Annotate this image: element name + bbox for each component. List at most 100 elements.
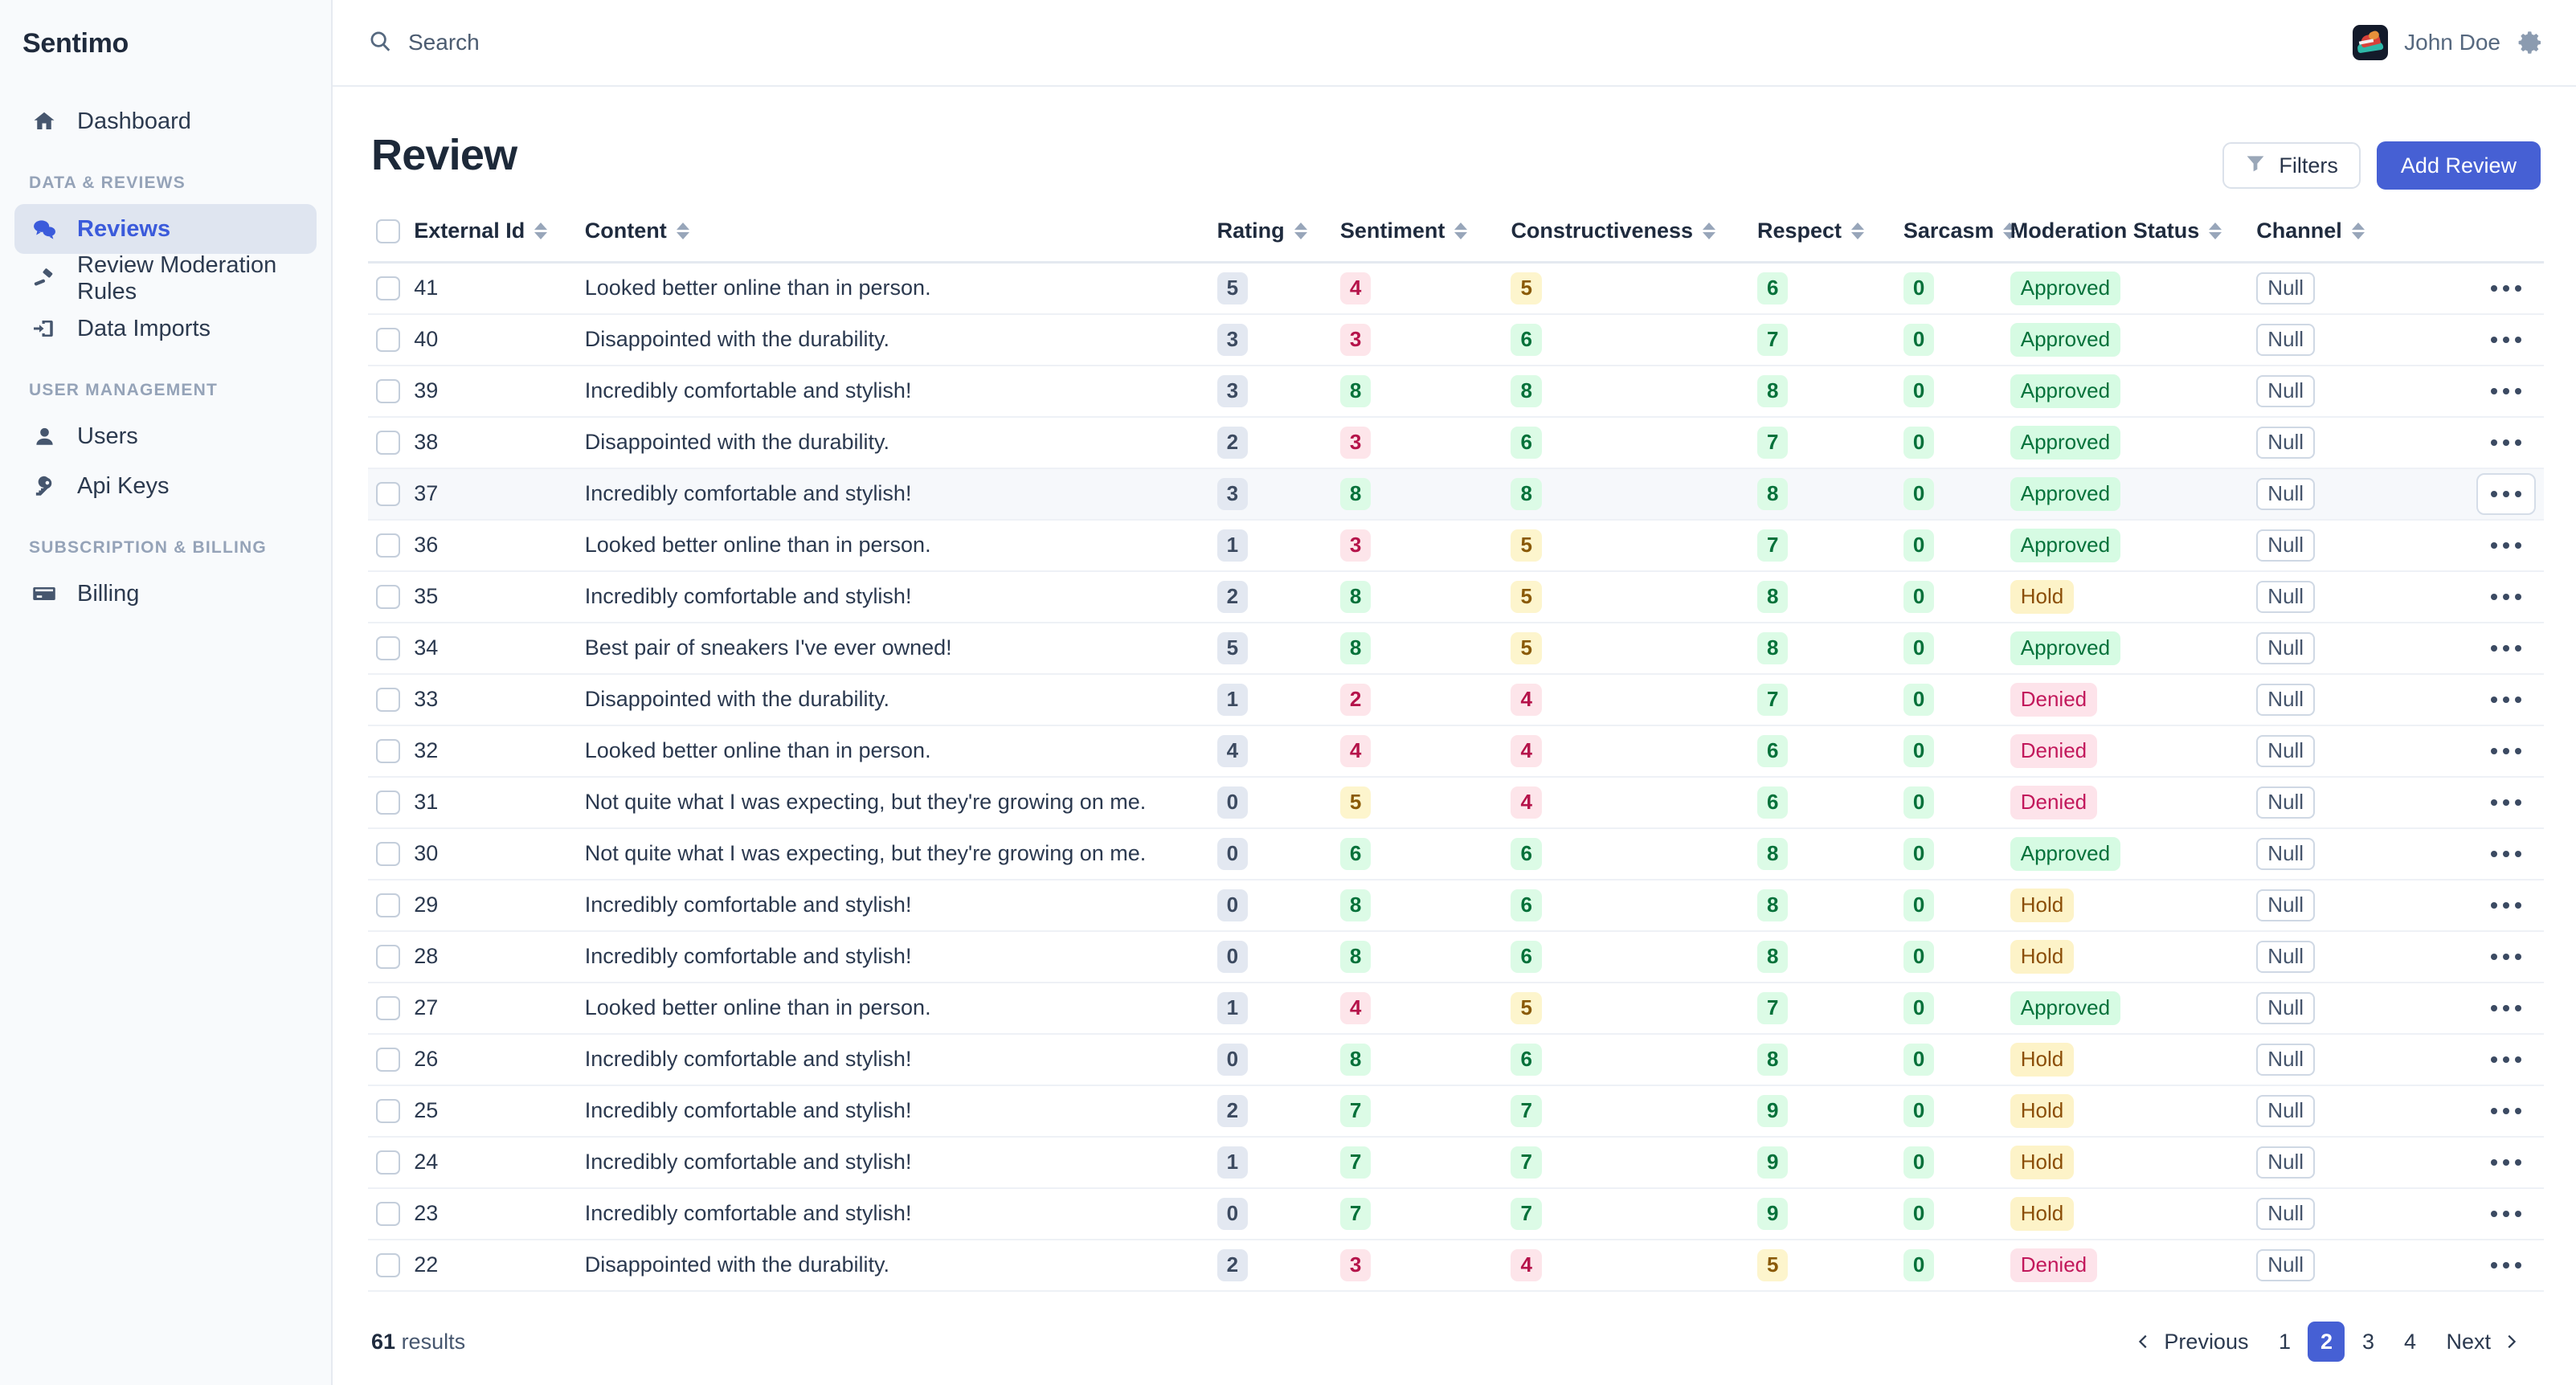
table-row[interactable]: 23 Incredibly comfortable and stylish! 0 7 7…: [368, 1187, 2544, 1240]
cell-external-id: 34: [414, 622, 585, 675]
row-checkbox[interactable]: [376, 1047, 400, 1072]
row-checkbox[interactable]: [376, 1150, 400, 1175]
table-row[interactable]: 25 Incredibly comfortable and stylish! 2 7 7…: [368, 1085, 2544, 1138]
page-button-4[interactable]: 4: [2391, 1322, 2428, 1362]
row-checkbox[interactable]: [376, 995, 400, 1020]
sidebar-item-review-moderation-rules[interactable]: Review Moderation Rules: [14, 252, 317, 304]
row-menu-button[interactable]: [2476, 1142, 2536, 1183]
row-checkbox[interactable]: [376, 378, 400, 403]
sort-icon[interactable]: [2351, 223, 2365, 239]
table-row[interactable]: 39 Incredibly comfortable and stylish! 3 8 8…: [368, 365, 2544, 418]
header-sarcasm[interactable]: Sarcasm: [1903, 207, 2017, 264]
row-checkbox[interactable]: [376, 738, 400, 763]
row-menu-button[interactable]: [2476, 422, 2536, 464]
table-row[interactable]: 28 Incredibly comfortable and stylish! 0 8 6…: [368, 930, 2544, 983]
table-row[interactable]: 27 Looked better online than in person. 1 4…: [368, 982, 2544, 1035]
table-row[interactable]: 30 Not quite what I was expecting, but th…: [368, 827, 2544, 880]
row-menu-button[interactable]: [2476, 1039, 2536, 1081]
table-row[interactable]: 24 Incredibly comfortable and stylish! 1 7 7…: [368, 1136, 2544, 1189]
table-row[interactable]: 41 Looked better online than in person. 5 4…: [368, 262, 2544, 315]
table-row[interactable]: 37 Incredibly comfortable and stylish! 3 8 8…: [368, 467, 2544, 521]
sort-icon[interactable]: [1294, 223, 1307, 239]
table-row[interactable]: 35 Incredibly comfortable and stylish! 2 8 5…: [368, 570, 2544, 623]
sidebar-item-reviews[interactable]: Reviews: [14, 204, 317, 254]
sort-icon[interactable]: [676, 223, 689, 239]
search-input[interactable]: Search: [368, 29, 2353, 57]
row-menu-button[interactable]: [2476, 679, 2536, 721]
header-content[interactable]: Content: [584, 207, 1217, 264]
page-button-3[interactable]: 3: [2349, 1322, 2386, 1362]
channel-badge: Null: [2256, 1146, 2316, 1179]
sidebar-item-api-keys[interactable]: Api Keys: [14, 461, 317, 511]
sidebar-item-data-imports[interactable]: Data Imports: [14, 304, 317, 353]
row-select-cell: [368, 365, 415, 418]
row-menu-button[interactable]: [2476, 833, 2536, 875]
table-row[interactable]: 22 Disappointed with the durability. 2 3 4 5 0…: [368, 1239, 2544, 1292]
row-menu-button[interactable]: [2476, 936, 2536, 978]
row-menu-button[interactable]: [2476, 782, 2536, 823]
table-row[interactable]: 36 Looked better online than in person. 1 3…: [368, 519, 2544, 572]
header-sentiment[interactable]: Sentiment: [1339, 207, 1511, 264]
table-row[interactable]: 32 Looked better online than in person. 4 4…: [368, 725, 2544, 778]
row-menu-button[interactable]: [2476, 1244, 2536, 1286]
sort-icon[interactable]: [1851, 223, 1865, 239]
table-row[interactable]: 40 Disappointed with the durability. 3 3 6 7 0…: [368, 313, 2544, 366]
row-checkbox[interactable]: [376, 533, 400, 558]
row-menu-button[interactable]: [2476, 1090, 2536, 1132]
sort-icon[interactable]: [1703, 223, 1716, 239]
row-menu-button[interactable]: [2476, 268, 2536, 309]
table-row[interactable]: 29 Incredibly comfortable and stylish! 0 8 6…: [368, 879, 2544, 932]
row-checkbox[interactable]: [376, 893, 400, 917]
page-button-2[interactable]: 2: [2308, 1322, 2345, 1362]
header-moderation-status[interactable]: Moderation Status: [2010, 207, 2257, 264]
table-row[interactable]: 38 Disappointed with the durability. 2 3 6 7 0…: [368, 416, 2544, 469]
row-menu-button[interactable]: [2476, 319, 2536, 361]
row-checkbox[interactable]: [376, 276, 400, 300]
row-checkbox[interactable]: [376, 1098, 400, 1123]
row-checkbox[interactable]: [376, 687, 400, 712]
row-checkbox[interactable]: [376, 841, 400, 866]
row-menu-button[interactable]: [2476, 987, 2536, 1029]
user-menu[interactable]: John Doe: [2353, 25, 2544, 60]
row-checkbox[interactable]: [376, 635, 400, 660]
sort-icon[interactable]: [534, 223, 548, 239]
row-menu-button[interactable]: [2476, 885, 2536, 926]
header-respect[interactable]: Respect: [1757, 207, 1903, 264]
row-checkbox[interactable]: [376, 430, 400, 455]
table-row[interactable]: 33 Disappointed with the durability. 1 2 4 7 0…: [368, 673, 2544, 726]
add-review-button[interactable]: Add Review: [2376, 141, 2541, 190]
row-menu-button[interactable]: [2476, 730, 2536, 772]
header-constructiveness[interactable]: Constructiveness: [1511, 207, 1757, 264]
table-row[interactable]: 31 Not quite what I was expecting, but th…: [368, 776, 2544, 829]
header-rating[interactable]: Rating: [1216, 207, 1340, 264]
sort-icon[interactable]: [2209, 223, 2222, 239]
table-row[interactable]: 26 Incredibly comfortable and stylish! 0 8 6…: [368, 1033, 2544, 1086]
row-checkbox[interactable]: [376, 944, 400, 969]
table-row[interactable]: 34 Best pair of sneakers I've ever owned!…: [368, 622, 2544, 675]
row-menu-button[interactable]: [2476, 627, 2536, 669]
row-checkbox[interactable]: [376, 584, 400, 609]
row-menu-button[interactable]: [2476, 1193, 2536, 1235]
header-external-id[interactable]: External Id: [414, 207, 585, 264]
page-button-1[interactable]: 1: [2266, 1322, 2303, 1362]
row-menu-button[interactable]: [2476, 370, 2536, 412]
row-checkbox[interactable]: [376, 1201, 400, 1226]
sidebar-item-dashboard[interactable]: Dashboard: [14, 96, 317, 146]
header-channel[interactable]: Channel: [2256, 207, 2446, 264]
row-checkbox[interactable]: [376, 327, 400, 352]
select-all-checkbox[interactable]: [376, 219, 400, 243]
row-checkbox[interactable]: [376, 790, 400, 815]
row-menu-button[interactable]: [2476, 525, 2536, 566]
row-menu-button[interactable]: [2476, 576, 2536, 618]
cell-rating: 2: [1216, 416, 1340, 469]
previous-page-button[interactable]: Previous: [2122, 1322, 2261, 1362]
sidebar-item-billing[interactable]: Billing: [14, 569, 317, 619]
filters-button[interactable]: Filters: [2222, 142, 2361, 189]
sidebar-item-users[interactable]: Users: [14, 411, 317, 461]
sort-icon[interactable]: [1454, 223, 1468, 239]
row-checkbox[interactable]: [376, 481, 400, 506]
next-page-button[interactable]: Next: [2433, 1322, 2533, 1362]
row-menu-button[interactable]: [2476, 472, 2536, 515]
row-checkbox[interactable]: [376, 1252, 400, 1277]
gear-icon[interactable]: [2517, 29, 2544, 56]
